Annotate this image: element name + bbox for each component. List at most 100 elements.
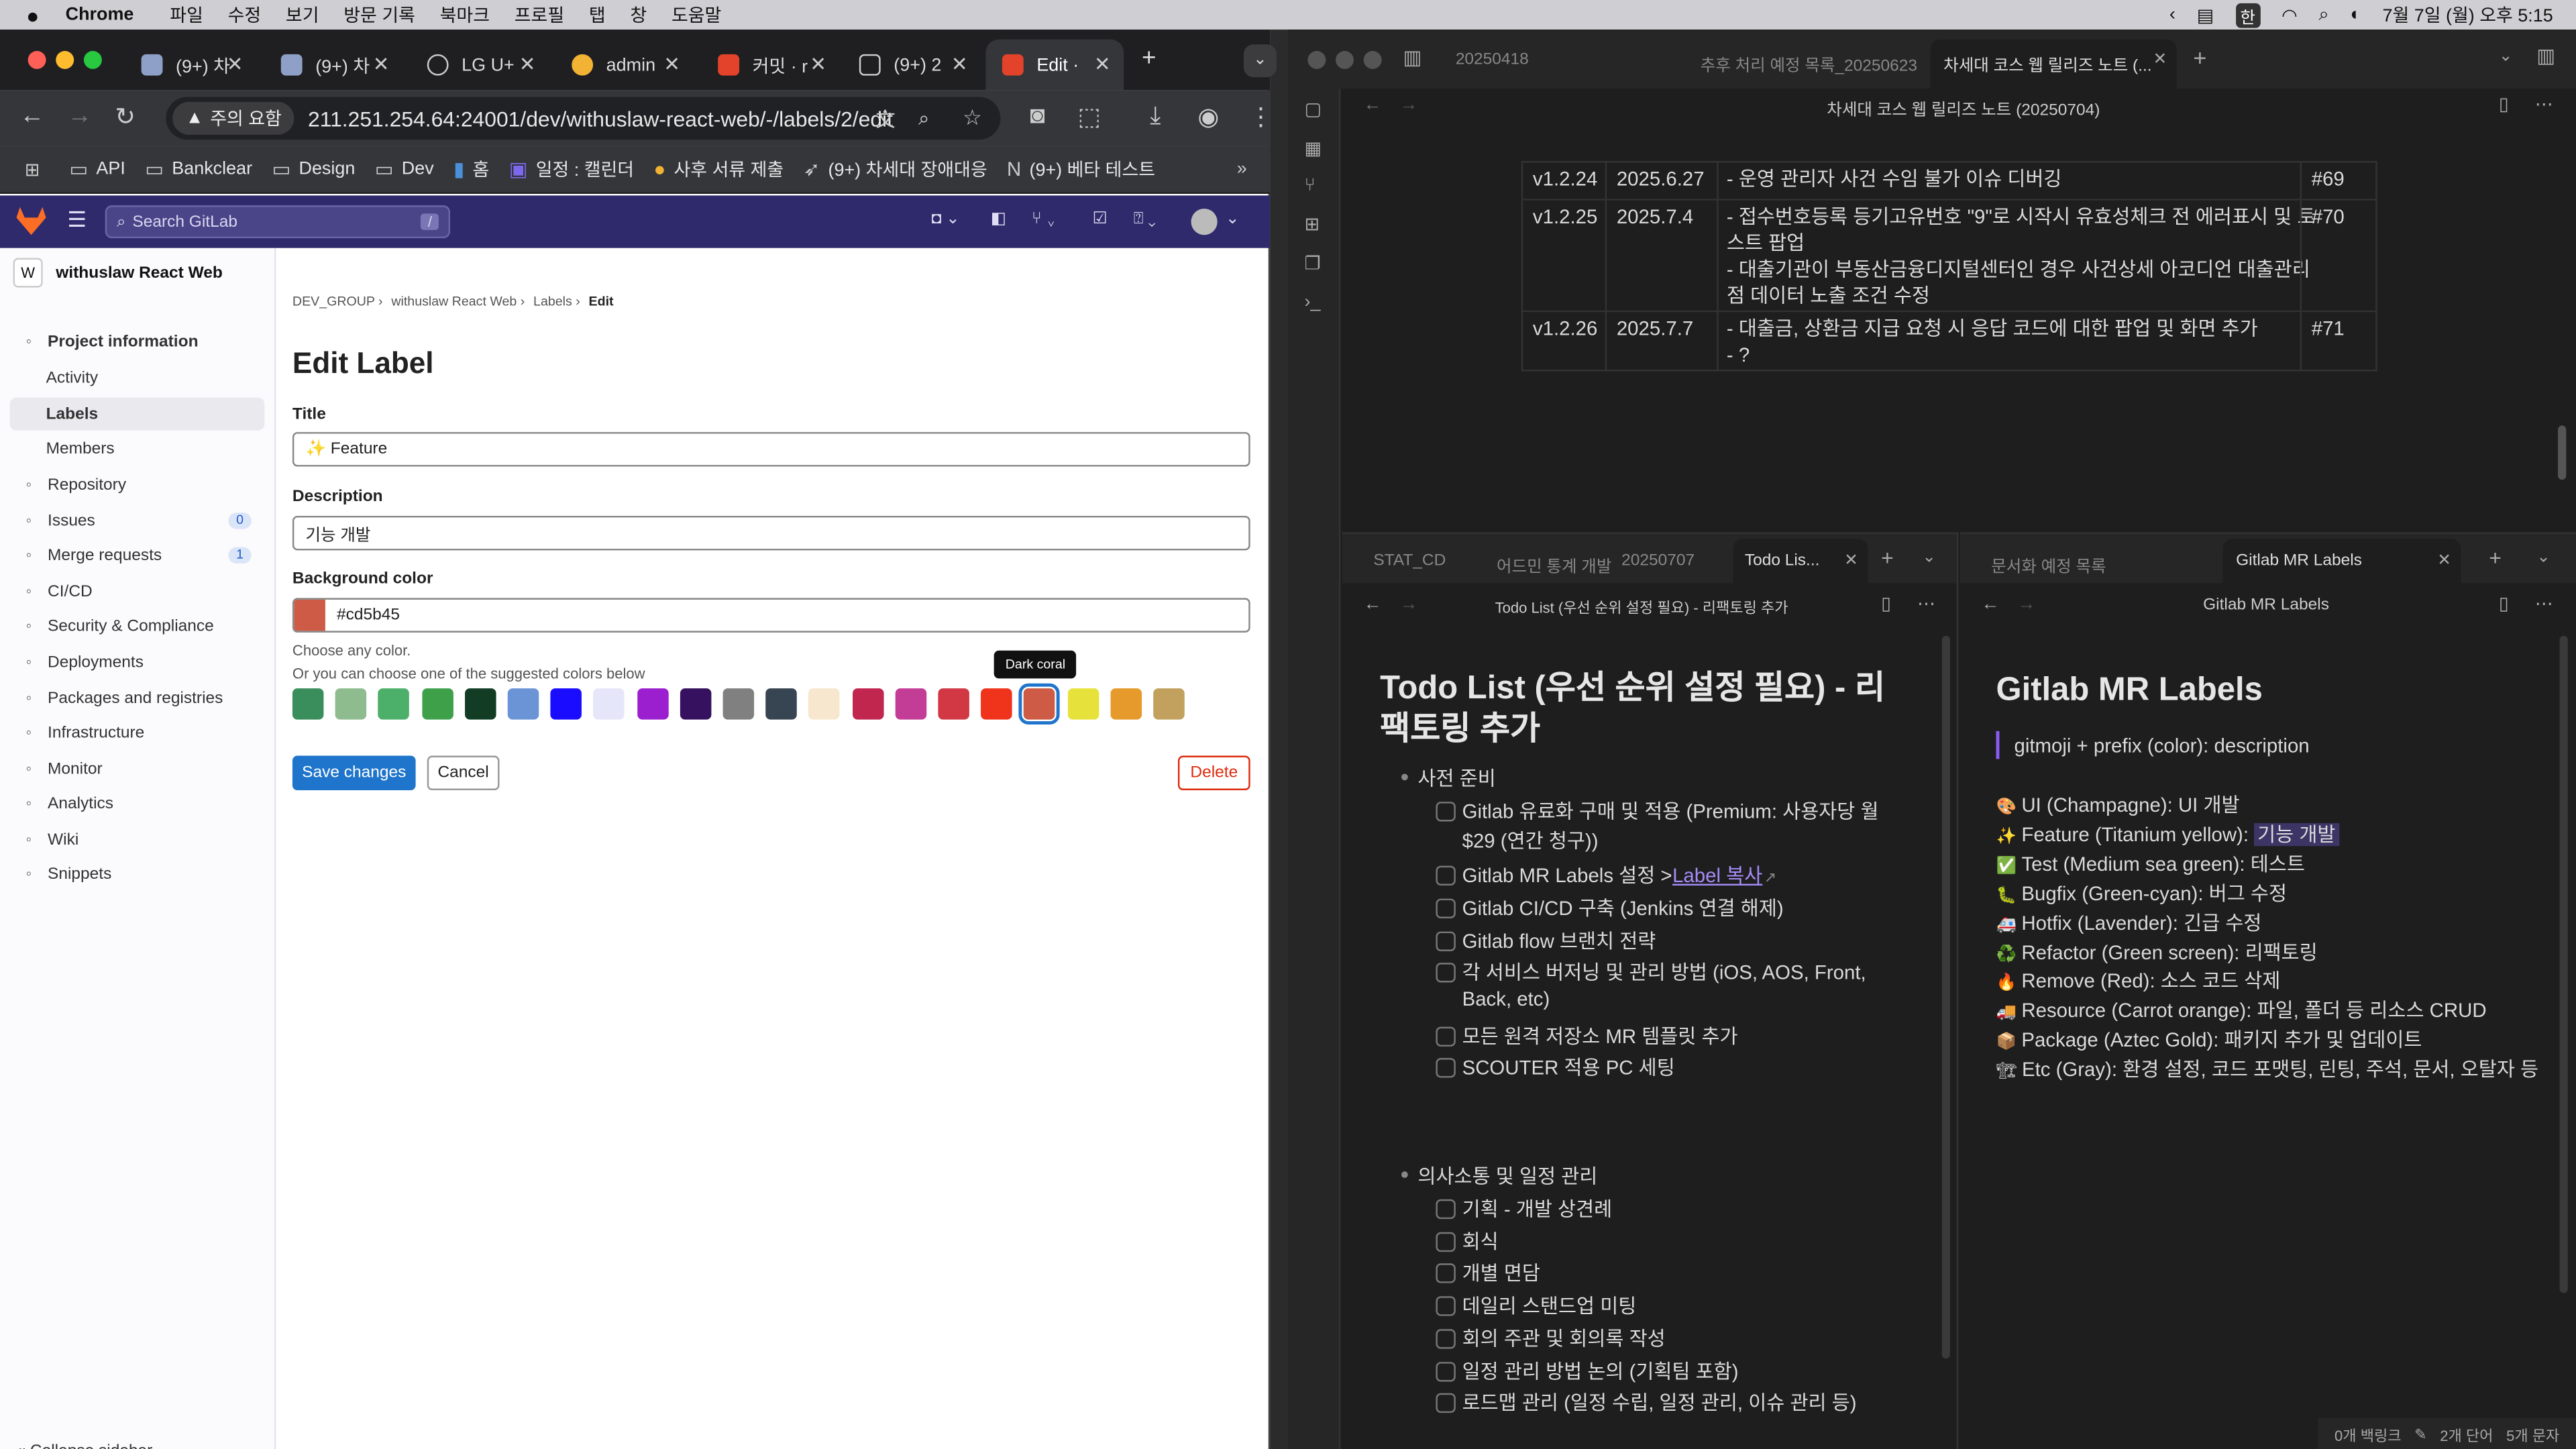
close-tab-icon[interactable]: ✕	[1094, 52, 1111, 75]
bookmark-folder[interactable]: ▭ Dev	[375, 158, 434, 180]
new-tab-icon[interactable]: +	[2489, 545, 2502, 570]
close-window-button[interactable]	[1307, 50, 1326, 69]
reading-view-icon[interactable]: ▯	[1881, 593, 1891, 614]
help-icon[interactable]: ⍰ ⌄	[1134, 210, 1156, 228]
color-swatch[interactable]	[550, 688, 582, 720]
close-tab-icon[interactable]: ✕	[373, 52, 390, 75]
new-tab-icon[interactable]: +	[1142, 44, 1156, 72]
task-checkbox[interactable]	[1436, 1360, 1456, 1381]
sidebar-item-monitor[interactable]: ◦ Monitor	[10, 753, 265, 786]
breadcrumb-project[interactable]: withuslaw React Web	[391, 294, 517, 309]
tab-list-icon[interactable]: ⌄	[1922, 549, 1936, 567]
menu-tab[interactable]: 탭	[589, 1, 606, 28]
project-header[interactable]: W withuslaw React Web	[13, 255, 268, 291]
bookmark-folder[interactable]: ▭ Bankclear	[145, 158, 252, 180]
gitlab-logo-icon[interactable]	[16, 207, 46, 235]
back-icon[interactable]: ←	[1364, 95, 1382, 115]
extensions-icon[interactable]: ⬚	[1078, 102, 1102, 131]
clock[interactable]: 7월 7일 (월) 오후 5:15	[2383, 1, 2553, 28]
task-checkbox[interactable]	[1436, 1231, 1456, 1252]
color-swatch[interactable]	[808, 688, 841, 720]
menu-kebab-icon[interactable]: ⋮	[1248, 102, 1273, 131]
obsidian-tab[interactable]: 추후 처리 예정 목록_20250623	[1701, 51, 1917, 76]
color-swatch[interactable]	[464, 688, 496, 720]
obsidian-tab-active[interactable]: Gitlab MR Labels ✕	[2222, 539, 2461, 584]
menu-file[interactable]: 파일	[170, 1, 203, 28]
merge-requests-icon[interactable]: ⑂ ⌄	[1032, 210, 1056, 228]
issues-icon[interactable]: ◧	[991, 210, 1006, 228]
task-checkbox[interactable]	[1436, 865, 1456, 886]
obsidian-tab[interactable]: 문서화 예정 목록	[1991, 552, 2106, 577]
address-bar[interactable]: ▲ 주의 요함 211.251.254.64:24001/dev/withusla…	[166, 97, 1001, 140]
sidebar-item-issues[interactable]: ◦ Issues 0	[10, 504, 265, 537]
close-window-button[interactable]	[28, 50, 46, 69]
menu-help[interactable]: 도움말	[672, 1, 721, 28]
sidebar-item-project-information[interactable]: ◦ Project information	[10, 325, 265, 358]
scrollbar[interactable]	[1941, 635, 1950, 1359]
todos-icon[interactable]: ☑	[1093, 210, 1108, 228]
task-checkbox[interactable]	[1436, 1058, 1456, 1078]
menu-window[interactable]: 창	[630, 1, 647, 28]
right-sidebar-toggle-icon[interactable]: ▥	[2536, 44, 2555, 67]
color-swatch[interactable]	[637, 688, 668, 720]
color-swatch[interactable]	[594, 688, 625, 720]
sidebar-toggle-icon[interactable]: ▥	[1403, 46, 1421, 69]
security-warning[interactable]: ▲ 주의 요함	[172, 101, 295, 135]
files-icon[interactable]: ▢	[1305, 99, 1322, 119]
browser-tab[interactable]: admin ✕	[555, 40, 694, 91]
sidebar-item-activity[interactable]: Activity	[10, 362, 265, 394]
back-icon[interactable]: ←	[1981, 595, 1999, 614]
keyboard-icon[interactable]: ▤	[2197, 4, 2214, 25]
forward-icon[interactable]: →	[2017, 595, 2035, 614]
minimize-window-button[interactable]	[56, 50, 74, 69]
sidebar-item-packages-and-registries[interactable]: ◦ Packages and registries	[10, 682, 265, 714]
sidebar-item-analytics[interactable]: ◦ Analytics	[10, 787, 265, 820]
tab-list-icon[interactable]: ⌄	[2499, 48, 2513, 66]
graph-icon[interactable]: ⑂	[1305, 176, 1316, 195]
note-title[interactable]: Todo List (우선 순위 설정 필요) - 리팩토링 추가	[1495, 596, 1788, 618]
forward-icon[interactable]: →	[67, 102, 92, 130]
browser-tab[interactable]: LG U+ ✕	[411, 40, 549, 91]
scrollbar[interactable]	[2558, 425, 2567, 480]
maximize-window-button[interactable]	[83, 50, 102, 69]
sidebar-item-members[interactable]: Members	[10, 432, 265, 465]
menu-view[interactable]: 보기	[286, 1, 319, 28]
apps-grid-icon[interactable]: ⊞	[25, 158, 40, 180]
browser-tab[interactable]: 커밋 · r ✕	[702, 40, 840, 91]
color-swatch[interactable]	[895, 688, 926, 720]
close-tab-icon[interactable]: ✕	[1844, 552, 1858, 570]
highlighted-text[interactable]: 기능 개발	[2254, 822, 2339, 846]
input-method-indicator[interactable]: 한	[2235, 2, 2261, 27]
chevron-left-icon[interactable]: ‹	[2169, 5, 2176, 24]
maximize-window-button[interactable]	[1363, 50, 1382, 69]
new-tab-icon[interactable]: +	[1881, 545, 1894, 570]
task-checkbox[interactable]	[1436, 1296, 1456, 1316]
task-checkbox[interactable]	[1436, 1328, 1456, 1349]
task-checkbox[interactable]	[1436, 931, 1456, 951]
color-swatch[interactable]	[765, 688, 798, 720]
menu-history[interactable]: 방문 기록	[343, 1, 415, 28]
color-swatch[interactable]	[292, 688, 324, 720]
tab-list-icon[interactable]: ⌄	[2536, 549, 2551, 567]
control-center-icon[interactable]: ◐	[2350, 5, 2361, 24]
color-swatch[interactable]	[852, 688, 883, 720]
color-swatch[interactable]	[981, 688, 1013, 720]
sidebar-item-infrastructure[interactable]: ◦ Infrastructure	[10, 716, 265, 749]
canvas-icon[interactable]: ⊞	[1305, 213, 1320, 235]
sidebar-item-merge-requests[interactable]: ◦ Merge requests 1	[10, 539, 265, 572]
label-copy-link[interactable]: Label 복사	[1672, 864, 1762, 887]
more-options-icon[interactable]: ⋯	[2535, 94, 2553, 115]
color-swatch[interactable]	[335, 688, 367, 720]
sidebar-item-deployments[interactable]: ◦ Deployments	[10, 645, 265, 678]
title-input[interactable]: ✨ Feature	[292, 432, 1250, 467]
color-swatch[interactable]	[421, 688, 453, 720]
reload-icon[interactable]: ↻	[115, 102, 136, 131]
search-gitlab-input[interactable]: ⌕ Search GitLab /	[105, 205, 451, 239]
reading-view-icon[interactable]: ▯	[2499, 593, 2509, 614]
search-icon[interactable]: ⌕	[2318, 4, 2328, 25]
create-new-icon[interactable]: ◘ ⌄	[932, 210, 960, 228]
download-icon[interactable]: ⤓	[1150, 102, 1161, 130]
menu-bookmarks[interactable]: 북마크	[440, 1, 490, 28]
bookmark-folder[interactable]: ▭ Design	[272, 158, 355, 180]
bookmark-link[interactable]: N (9+) 베타 테스트	[1007, 156, 1155, 182]
